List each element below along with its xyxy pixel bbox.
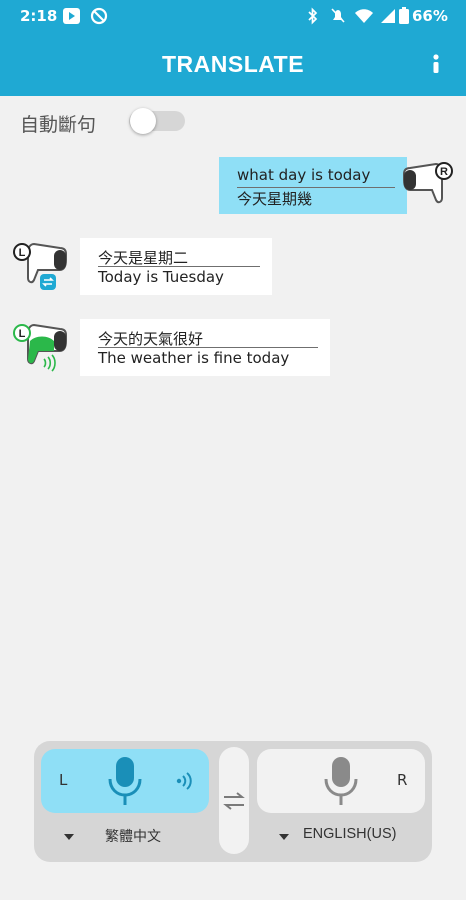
chat-bubble-left: 今天的天氣很好 The weather is fine today [80,319,330,376]
battery-percent: 66% [412,7,448,25]
message-source-text: 今天的天氣很好 [98,330,204,348]
auto-segment-toggle[interactable] [129,107,185,135]
battery-icon [399,7,409,24]
mic-icon [324,757,358,805]
right-side-letter: R [397,771,408,789]
play-store-icon [63,8,80,24]
left-side-letter: L [59,771,68,789]
status-time: 2:18 [20,7,58,25]
left-earbud-translate-icon: L [13,242,67,290]
signal-icon [381,9,395,23]
wifi-icon [355,9,373,23]
speaker-l-letter: L [19,328,26,340]
right-earbud-icon: R [403,162,453,204]
bluetooth-icon [308,7,318,25]
mic-icon [108,757,142,805]
swap-language-button[interactable] [219,747,249,854]
swap-arrows-icon [223,792,245,810]
chat-bubble-left: 今天是星期二 Today is Tuesday [80,238,272,295]
right-mic-button[interactable]: R [257,749,425,813]
left-language-selector[interactable]: 繁體中文 [105,826,161,846]
right-language-dropdown-caret[interactable] [279,834,289,840]
right-language-selector[interactable]: ENGLISH(US) [303,826,396,842]
left-language-dropdown-caret[interactable] [64,834,74,840]
left-mic-button[interactable]: L [41,749,209,813]
message-source-text: what day is today [237,166,371,184]
chat-bubble-right: what day is today 今天星期幾 [219,157,407,214]
app-title: TRANSLATE [161,51,305,77]
info-menu-icon[interactable] [426,52,446,76]
left-earbud-speaking-icon: L [13,323,67,372]
status-bar: 2:18 66% [0,0,466,32]
speaker-l-letter: L [19,247,26,259]
app-bar: TRANSLATE [0,32,466,96]
message-translation-text: 今天星期幾 [237,190,313,208]
speaker-r-letter: R [440,166,448,178]
sound-wave-icon [176,772,192,790]
message-translation-text: Today is Tuesday [98,268,224,286]
message-translation-text: The weather is fine today [98,349,290,367]
message-source-text: 今天是星期二 [98,249,189,267]
auto-segment-label: 自動斷句 [20,114,97,136]
data-saver-icon [90,7,108,25]
toggle-knob [130,108,156,134]
mute-icon [331,8,345,23]
